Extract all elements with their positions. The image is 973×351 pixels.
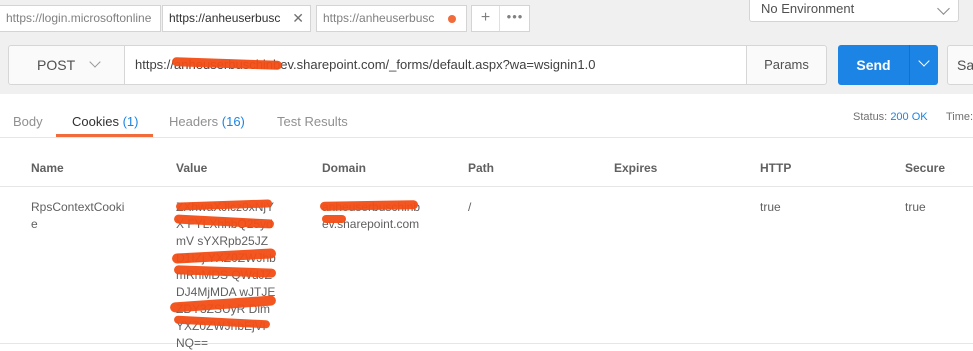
tab-actions: + •••: [471, 5, 530, 32]
request-tab-2[interactable]: https://anheuserbusc ✕: [162, 5, 311, 32]
cookie-name: RpsContextCookie: [31, 200, 125, 231]
save-button[interactable]: Sa: [947, 45, 973, 85]
request-tab-1-label: https://login.microsoftonline: [6, 11, 152, 25]
column-header-http: HTTP: [760, 161, 792, 175]
column-header-secure: Secure: [905, 161, 946, 175]
method-dropdown[interactable]: POST: [8, 45, 125, 85]
tab-cookies-label: Cookies: [72, 114, 119, 129]
tab-strip: https://login.microsoftonline https://an…: [0, 0, 973, 38]
close-icon[interactable]: ✕: [292, 6, 304, 31]
tab-test-results-label: Test Results: [277, 114, 348, 129]
tab-cookies[interactable]: Cookies (1): [72, 114, 138, 129]
response-time: Time:: [946, 111, 973, 123]
tab-headers-label: Headers: [169, 114, 219, 129]
tab-body[interactable]: Body: [13, 114, 43, 129]
tab-cookies-count: (1): [122, 114, 139, 129]
unsaved-dot-icon: [448, 15, 456, 23]
tab-test-results[interactable]: Test Results: [277, 114, 348, 129]
column-header-name: Name: [31, 161, 64, 175]
cookies-table-header: Name Value Domain Path Expires HTTP Secu…: [0, 151, 973, 187]
request-tab-2-label: https://anheuserbusc: [169, 11, 281, 25]
table-row: RpsContextCookie ZXhwaXJlcz0xNjYX FYLXhh…: [0, 187, 973, 350]
response-status: Status: 200 OK: [853, 111, 928, 123]
column-header-expires: Expires: [614, 161, 658, 175]
chevron-down-icon: [89, 56, 101, 68]
cookie-secure: true: [905, 200, 926, 214]
tab-headers[interactable]: Headers (16): [169, 114, 245, 129]
send-button[interactable]: Send: [838, 45, 909, 85]
status-value: 200 OK: [890, 111, 928, 123]
domain-redaction-2: [322, 215, 346, 223]
params-button[interactable]: Params: [746, 45, 827, 85]
column-header-path: Path: [468, 161, 495, 175]
request-tab-3[interactable]: https://anheuserbusc: [316, 5, 467, 32]
environment-selected: No Environment: [761, 1, 855, 16]
column-header-value: Value: [176, 161, 208, 175]
tab-headers-count: (16): [221, 114, 245, 129]
status-label: Status:: [853, 111, 888, 123]
cookie-http: true: [760, 200, 781, 214]
active-tab-indicator: [56, 134, 153, 137]
request-tab-1[interactable]: https://login.microsoftonline: [0, 5, 161, 32]
tab-body-label: Body: [13, 114, 43, 129]
response-tabs: Body Cookies (1) Headers (16) Test Resul…: [0, 94, 973, 138]
more-tabs-button[interactable]: •••: [501, 6, 529, 31]
chevron-down-icon: [918, 55, 930, 67]
environment-selector[interactable]: No Environment: [749, 0, 959, 22]
chevron-down-icon: [937, 2, 950, 15]
request-bar: POST https://anheuserbuschinbev.sharepoi…: [0, 38, 973, 94]
send-options-button[interactable]: [909, 45, 938, 85]
column-header-domain: Domain: [322, 161, 367, 175]
method-label: POST: [37, 57, 76, 73]
domain-redaction-1: [319, 200, 419, 211]
request-tab-3-label: https://anheuserbusc: [323, 11, 435, 25]
cookie-path: /: [468, 200, 472, 214]
add-tab-button[interactable]: +: [472, 6, 500, 31]
